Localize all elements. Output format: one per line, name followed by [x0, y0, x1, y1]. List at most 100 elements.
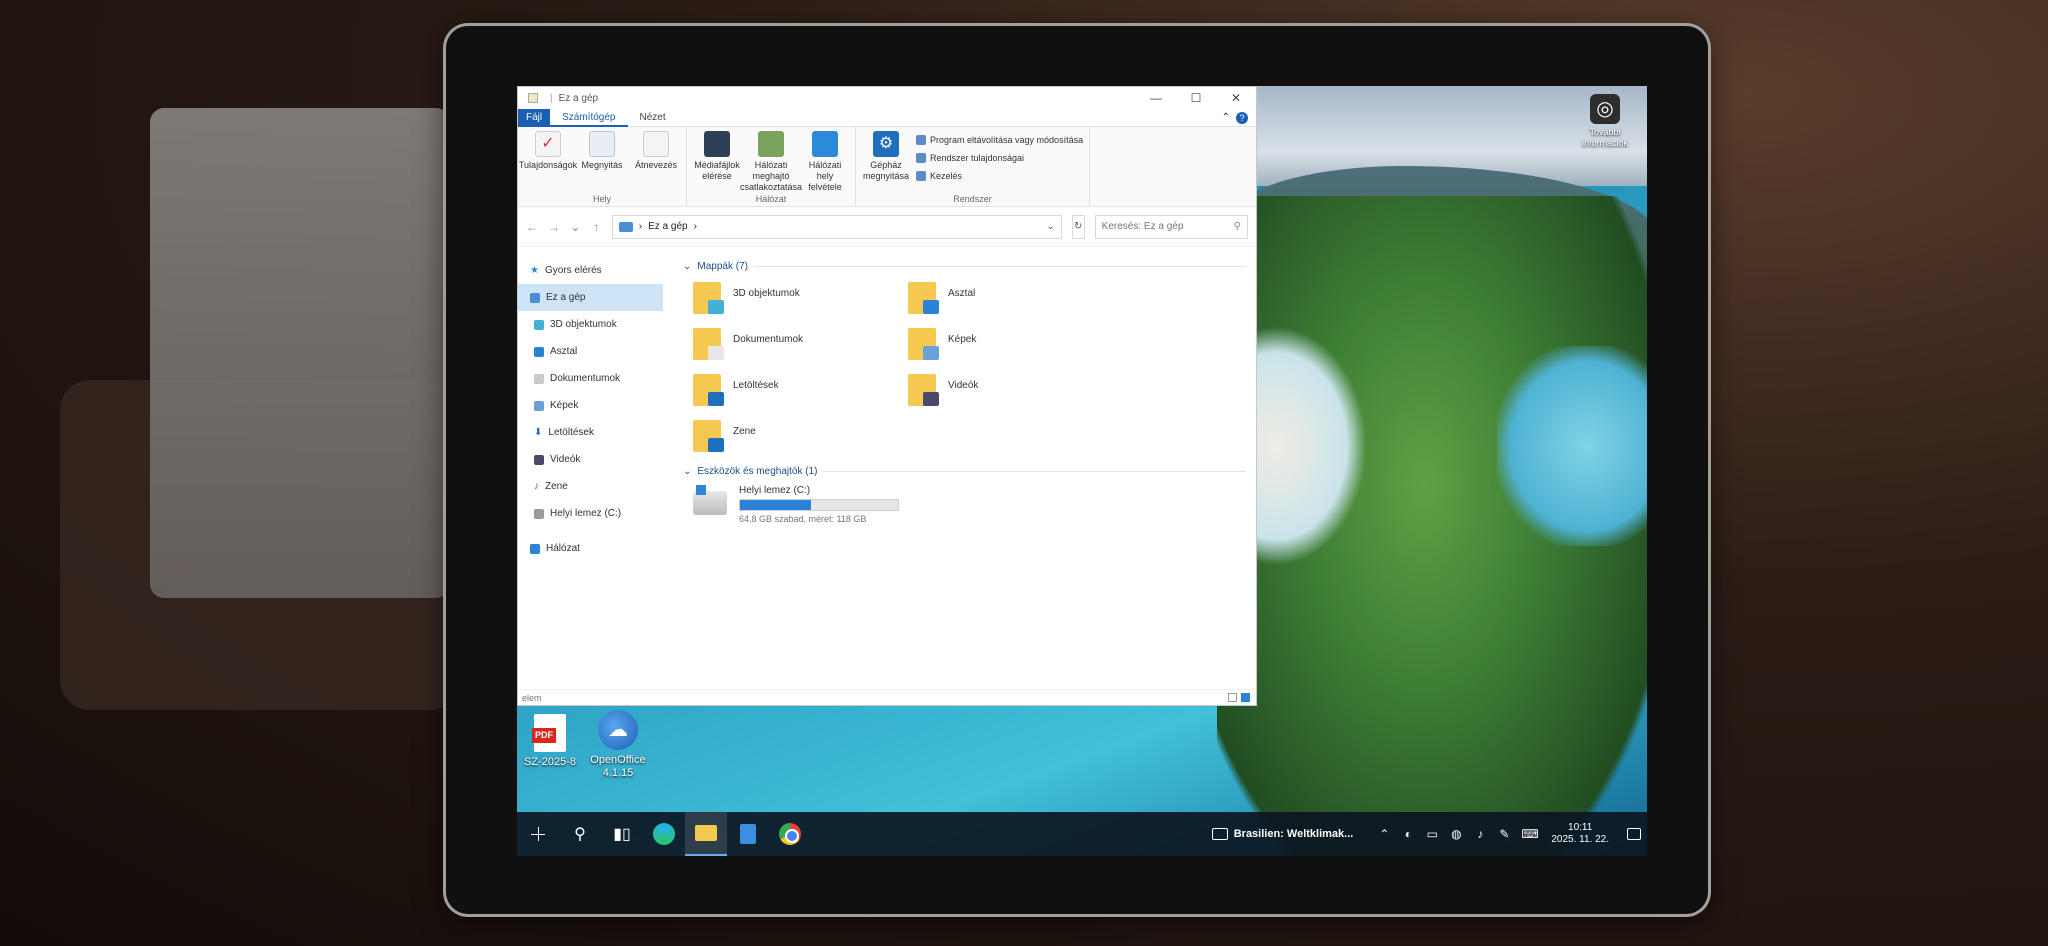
- folder-icon: [908, 374, 939, 406]
- tab-computer[interactable]: Számítógép: [550, 109, 628, 127]
- tab-file[interactable]: Fájl: [518, 108, 551, 127]
- network-drive-icon: [758, 131, 784, 157]
- folder-3d-objects[interactable]: 3D objektumok: [693, 280, 908, 316]
- windows-logo-icon: [531, 827, 545, 841]
- meet-now-icon[interactable]: ◐: [1401, 827, 1415, 841]
- navigation-pane: ★ Gyors elérés Ez a gép 3D objektumok As…: [518, 247, 663, 677]
- map-network-drive-button[interactable]: Hálózati meghajtó csatlakoztatása: [740, 131, 802, 194]
- notification-center-icon[interactable]: [1627, 828, 1641, 840]
- calculator-icon: [740, 824, 756, 844]
- nav-item-local-disk[interactable]: Helyi lemez (C:): [518, 500, 663, 527]
- folder-downloads[interactable]: Letöltések: [693, 372, 908, 408]
- chrome-icon: [779, 823, 801, 845]
- address-bar[interactable]: › Ez a gép › ⌄: [611, 214, 1062, 239]
- forward-button[interactable]: →: [548, 220, 560, 234]
- recent-locations-button[interactable]: ⌄: [570, 220, 581, 234]
- taskbar-search-button[interactable]: ⚲: [559, 812, 601, 856]
- taskbar-calculator[interactable]: [727, 812, 769, 856]
- up-button[interactable]: ↑: [591, 220, 602, 234]
- nav-item-this-pc[interactable]: Ez a gép: [518, 284, 663, 311]
- refresh-button[interactable]: ↻: [1071, 214, 1085, 239]
- quick-access-toolbar-icon[interactable]: [528, 93, 538, 103]
- drive-usage-bar: [739, 499, 899, 511]
- folder-desktop[interactable]: Asztal: [908, 280, 1123, 316]
- folder-music[interactable]: Zene: [693, 418, 908, 454]
- open-settings-button[interactable]: ⚙ Gépház megnyitása: [862, 131, 910, 194]
- desktop-icon-openoffice[interactable]: ☁ OpenOffice 4.1.15: [587, 710, 649, 780]
- nav-item-desktop[interactable]: Asztal: [518, 338, 663, 365]
- folder-documents[interactable]: Dokumentumok: [693, 326, 908, 362]
- drive-local-disk[interactable]: Helyi lemez (C:) 64,8 GB szabad, méret: …: [683, 485, 1246, 524]
- manage-button[interactable]: Kezelés: [916, 167, 1083, 185]
- folders-section-header[interactable]: ⌄ Mappák (7): [683, 261, 1246, 272]
- keyboard-icon[interactable]: ⌨: [1521, 827, 1538, 841]
- uninstall-program-button[interactable]: Program eltávolítása vagy módosítása: [916, 131, 1083, 149]
- nav-item-music[interactable]: ♪ Zene: [518, 473, 663, 500]
- desktop-icon-pdf[interactable]: PDF SZ-2025-8: [519, 714, 581, 769]
- back-button[interactable]: ←: [526, 220, 538, 234]
- document-icon: [534, 373, 544, 384]
- nav-item-quick-access[interactable]: ★ Gyors elérés: [518, 257, 663, 284]
- clock-date: 2025. 11. 22.: [1551, 834, 1609, 845]
- folder-pictures[interactable]: Képek: [908, 326, 1123, 362]
- address-dropdown-icon[interactable]: ⌄: [1046, 221, 1054, 232]
- nav-item-network[interactable]: Hálózat: [518, 535, 663, 562]
- file-explorer-icon: [695, 825, 717, 841]
- search-input[interactable]: [1101, 221, 1234, 232]
- network-globe-icon[interactable]: ◍: [1449, 827, 1463, 841]
- explorer-body: ★ Gyors elérés Ez a gép 3D objektumok As…: [518, 247, 1256, 677]
- details-view-button[interactable]: [1228, 693, 1237, 702]
- status-item-count: elem: [522, 692, 542, 703]
- folder-videos[interactable]: Videók: [908, 372, 1123, 408]
- open-button[interactable]: Megnyitás: [578, 131, 626, 194]
- add-network-location-button[interactable]: Hálózati hely felvétele: [801, 131, 849, 194]
- show-hidden-icons-button[interactable]: ⌃: [1377, 827, 1391, 841]
- pen-icon[interactable]: ✎: [1497, 827, 1511, 841]
- search-icon[interactable]: ⚲: [1234, 221, 1241, 232]
- devices-section-header[interactable]: ⌄ Eszközök és meghajtók (1): [683, 466, 1246, 477]
- nav-item-videos[interactable]: Videók: [518, 446, 663, 473]
- ribbon-group-network: Médiafájlok elérése Hálózati meghajtó cs…: [687, 127, 856, 206]
- folder-icon: [693, 420, 724, 452]
- folder-icon: [908, 328, 939, 360]
- rename-button[interactable]: Átnevezés: [632, 131, 680, 194]
- minimize-button[interactable]: —: [1136, 91, 1176, 105]
- taskbar-chrome[interactable]: [769, 812, 811, 856]
- picture-icon: [534, 400, 544, 411]
- nav-item-pictures[interactable]: Képek: [518, 392, 663, 419]
- taskbar-edge[interactable]: [643, 812, 685, 856]
- ribbon-group-label: Rendszer: [953, 194, 992, 204]
- taskbar-file-explorer[interactable]: [685, 812, 727, 856]
- media-access-button[interactable]: Médiafájlok elérése: [693, 131, 741, 194]
- ribbon-group-location: ✓ Tulajdonságok Megnyitás Átnevezés Hely: [518, 127, 687, 206]
- tab-view[interactable]: Nézet: [628, 109, 678, 127]
- wallpaper-info-widget[interactable]: ◎ További információk: [1575, 94, 1635, 149]
- help-icon[interactable]: ?: [1236, 111, 1248, 124]
- properties-button[interactable]: ✓ Tulajdonságok: [519, 131, 577, 194]
- maximize-button[interactable]: ☐: [1176, 91, 1216, 105]
- chevron-down-icon: ⌄: [683, 261, 692, 272]
- start-button[interactable]: [517, 812, 559, 856]
- search-box[interactable]: ⚲: [1094, 214, 1248, 239]
- clock-time: 10:11: [1568, 822, 1593, 833]
- large-icons-view-button[interactable]: [1241, 693, 1250, 702]
- news-widget[interactable]: Brasilien: Weltklimak...: [1211, 828, 1353, 840]
- close-button[interactable]: ✕: [1216, 91, 1256, 105]
- camera-icon: ◎: [1590, 94, 1620, 124]
- ribbon: ✓ Tulajdonságok Megnyitás Átnevezés Hely: [518, 127, 1256, 207]
- folder-icon: [908, 282, 939, 314]
- system-properties-button[interactable]: Rendszer tulajdonságai: [916, 149, 1083, 167]
- desktop-icon: [534, 346, 544, 357]
- ribbon-group-label: Hely: [592, 194, 611, 204]
- collapse-ribbon-icon[interactable]: ⌃: [1222, 112, 1230, 123]
- nav-item-3d-objects[interactable]: 3D objektumok: [518, 311, 663, 338]
- clock[interactable]: 10:11 2025. 11. 22.: [1551, 822, 1609, 846]
- task-view-button[interactable]: ▮▯: [601, 812, 643, 856]
- music-note-icon: ♪: [534, 481, 539, 492]
- desktop-icon-label: SZ-2025-8: [524, 756, 576, 768]
- nav-item-downloads[interactable]: ⬇ Letöltések: [518, 419, 663, 446]
- device-icon[interactable]: ▭: [1425, 827, 1439, 841]
- nav-item-documents[interactable]: Dokumentumok: [518, 365, 663, 392]
- volume-icon[interactable]: ♪: [1473, 827, 1487, 841]
- network-location-icon: [812, 131, 838, 157]
